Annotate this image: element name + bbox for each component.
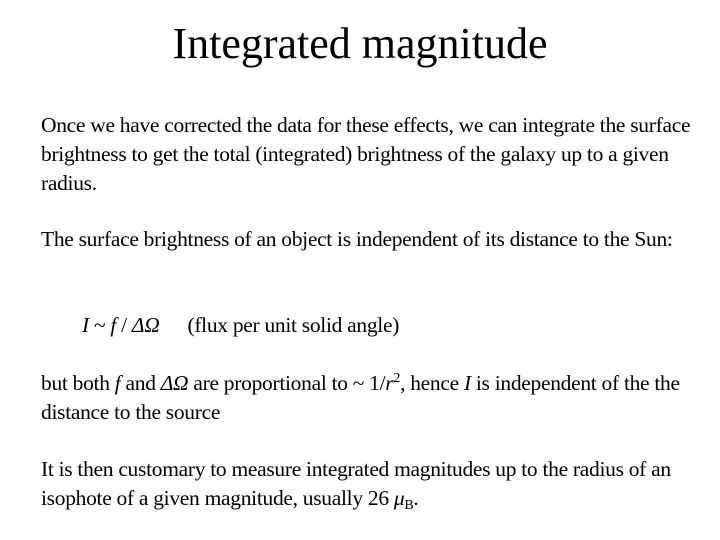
symbol-I: I [463, 371, 471, 395]
equation-description: (flux per unit solid angle) [187, 313, 400, 337]
symbol-tilde: ~ [88, 313, 111, 337]
text-segment: , hence [400, 371, 464, 395]
symbol-delta-omega: ΔΩ [131, 313, 160, 337]
text-segment: are proportional to ~ 1/ [188, 371, 386, 395]
symbol-delta-omega: ΔΩ [160, 371, 189, 395]
paragraph-isophote: It is then customary to measure integrat… [41, 455, 711, 513]
paragraph-integration: Once we have corrected the data for thes… [41, 113, 691, 195]
symbol-I: I [82, 313, 89, 337]
paragraph-proportional: but both f and ΔΩ are proportional to ~ … [41, 369, 711, 427]
slide-title: Integrated magnitude [172, 19, 548, 68]
text-segment: It is then customary to measure integrat… [41, 457, 671, 510]
symbol-slash: / [116, 313, 132, 337]
text-segment: but both [41, 371, 115, 395]
paragraph-surface-brightness: The surface brightness of an object is i… [41, 227, 673, 251]
text-segment: and [120, 371, 161, 395]
symbol-mu: μ [393, 486, 405, 510]
text-segment: . [413, 486, 419, 510]
equation-surface-brightness: I ~ f / ΔΩ (flux per unit solid angle) [82, 311, 720, 340]
